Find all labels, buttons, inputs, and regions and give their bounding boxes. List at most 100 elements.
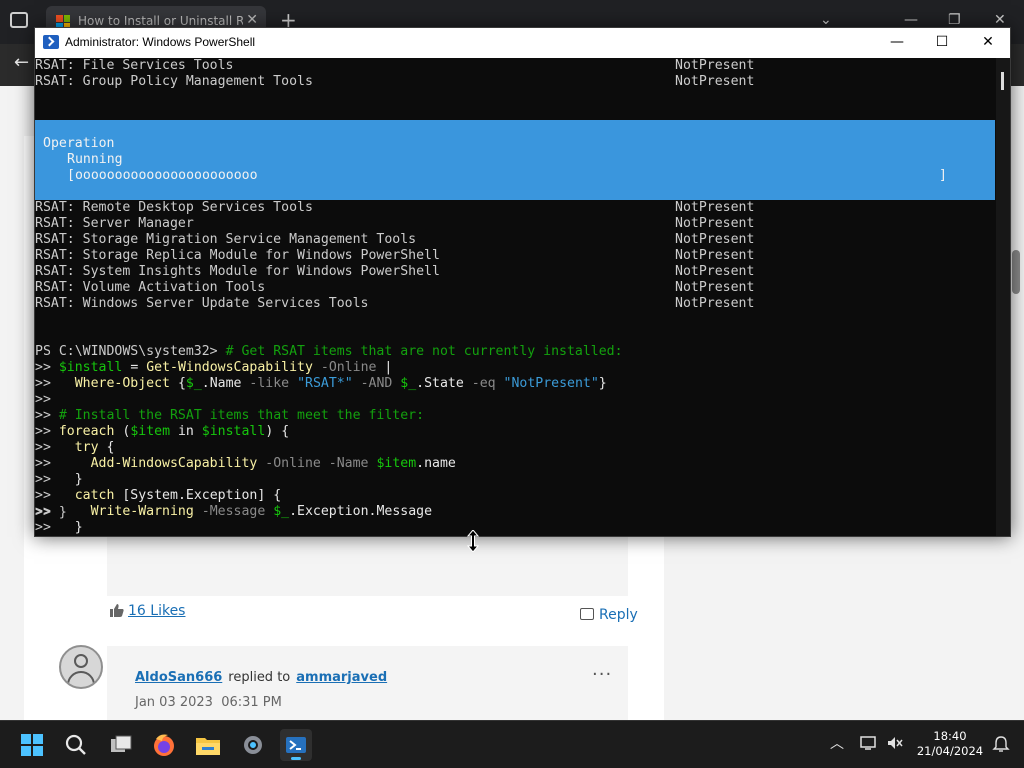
script-token: Add-WindowsCapability bbox=[90, 456, 258, 471]
maximize-button[interactable]: ☐ bbox=[928, 32, 956, 52]
script-token: } bbox=[74, 472, 83, 487]
progress-panel: Operation Running [ooooooooooooooooooooo… bbox=[35, 120, 995, 200]
continuation: >> bbox=[35, 408, 51, 423]
back-arrow-icon[interactable]: ← bbox=[14, 52, 29, 73]
tab-title: How to Install or Uninstall RSAT bbox=[78, 14, 243, 28]
output-name: RSAT: Group Policy Management Tools bbox=[35, 74, 313, 89]
script-last-line: >> } bbox=[35, 505, 67, 521]
output-name: RSAT: Remote Desktop Services Tools bbox=[35, 200, 313, 215]
firefox-icon[interactable] bbox=[148, 729, 180, 761]
author-link[interactable]: AldoSan666 bbox=[135, 670, 222, 685]
script-comment: # Install the RSAT items that meet the f… bbox=[58, 408, 425, 423]
script-token: foreach bbox=[58, 424, 115, 439]
page-scrollbar-thumb[interactable] bbox=[1012, 250, 1020, 294]
output-state: NotPresent bbox=[675, 58, 755, 73]
script-line: >> } bbox=[35, 520, 83, 536]
output-name: RSAT: Storage Migration Service Manageme… bbox=[35, 232, 417, 247]
script-token: $item bbox=[376, 456, 417, 471]
script-line: >> # Install the RSAT items that meet th… bbox=[35, 408, 424, 424]
browser-close-button[interactable]: ✕ bbox=[994, 12, 1006, 28]
resize-cursor-icon bbox=[467, 530, 479, 552]
code-block bbox=[107, 536, 628, 596]
thumbs-up-icon[interactable] bbox=[110, 603, 124, 617]
task-view-icon[interactable] bbox=[105, 729, 137, 761]
tab-close-icon[interactable]: ✕ bbox=[246, 12, 258, 28]
progress-heading: Operation bbox=[43, 136, 115, 151]
continuation: >> bbox=[35, 360, 51, 375]
script-line: >> } bbox=[35, 472, 83, 488]
script-token: [System.Exception] { bbox=[114, 488, 282, 503]
script-token: -Online bbox=[257, 456, 321, 471]
reply-button[interactable]: Reply bbox=[580, 607, 638, 623]
script-token: } bbox=[598, 376, 607, 391]
script-token: "NotPresent" bbox=[503, 376, 599, 391]
script-token: -eq bbox=[463, 376, 504, 391]
file-explorer-icon[interactable] bbox=[192, 729, 224, 761]
script-line: >> foreach ($item in $install) { bbox=[35, 424, 289, 440]
powershell-taskbar-icon[interactable] bbox=[280, 729, 312, 761]
script-token: $_ bbox=[185, 376, 202, 391]
post-date-day: Jan 03 2023 bbox=[135, 695, 213, 710]
script-token: Where-Object bbox=[74, 376, 170, 391]
notifications-bell-icon[interactable] bbox=[992, 735, 1010, 753]
progress-status: Running bbox=[67, 152, 123, 167]
continuation: >> bbox=[35, 520, 51, 535]
script-token: -Online bbox=[312, 360, 385, 375]
more-options-icon[interactable]: ··· bbox=[592, 664, 612, 685]
powershell-titlebar[interactable]: Administrator: Windows PowerShell — ☐ ✕ bbox=[35, 28, 1010, 58]
output-name: RSAT: Windows Server Update Services Too… bbox=[35, 296, 369, 311]
script-token: ( bbox=[114, 424, 131, 439]
tab-list-chevron-icon[interactable]: ⌄ bbox=[820, 12, 832, 28]
minimize-button[interactable]: — bbox=[883, 32, 911, 52]
script-token: catch bbox=[74, 488, 115, 503]
script-token: Get-WindowsCapability bbox=[146, 360, 313, 375]
replied-to-text: replied to bbox=[228, 670, 291, 685]
script-token: $_ bbox=[273, 504, 290, 519]
script-token: $_ bbox=[400, 376, 417, 391]
output-state: NotPresent bbox=[675, 248, 755, 263]
powershell-window[interactable]: Administrator: Windows PowerShell — ☐ ✕ … bbox=[34, 27, 1011, 537]
tray-chevron-icon[interactable]: ︿ bbox=[830, 733, 844, 753]
output-state: NotPresent bbox=[675, 232, 755, 247]
avatar[interactable] bbox=[59, 645, 103, 689]
close-button[interactable]: ✕ bbox=[974, 32, 1002, 52]
script-line: >> Where-Object {$_.Name -like "RSAT*" -… bbox=[35, 376, 607, 392]
prompt-line: PS C:\WINDOWS\system32> # Get RSAT items… bbox=[35, 344, 623, 360]
reply-label: Reply bbox=[599, 607, 638, 623]
taskbar: ︿ 18:40 21/04/2024 bbox=[0, 720, 1024, 768]
terminal-scrollbar-thumb[interactable] bbox=[1001, 72, 1004, 90]
browser-restore-button[interactable]: ❐ bbox=[948, 12, 961, 28]
script-line: >> Write-Warning -Message $_.Exception.M… bbox=[35, 504, 432, 520]
script-token: $install bbox=[58, 360, 123, 375]
script-token: in bbox=[170, 424, 202, 439]
continuation: >> bbox=[35, 456, 51, 471]
reply-author-line: AldoSan666 replied to ammarjaved bbox=[135, 670, 387, 685]
continuation: >> bbox=[35, 392, 51, 407]
network-icon[interactable] bbox=[860, 735, 878, 751]
script-token: = bbox=[122, 360, 147, 375]
settings-gear-icon[interactable] bbox=[237, 729, 269, 761]
output-name: RSAT: System Insights Module for Windows… bbox=[35, 264, 440, 279]
reply-icon bbox=[580, 608, 594, 620]
tab-actions-icon[interactable] bbox=[10, 12, 28, 28]
system-clock[interactable]: 18:40 21/04/2024 bbox=[915, 729, 985, 759]
start-windows-icon[interactable] bbox=[16, 729, 48, 761]
avatar-head bbox=[74, 654, 88, 668]
output-state: NotPresent bbox=[675, 200, 755, 215]
likes-link[interactable]: 16 Likes bbox=[128, 603, 185, 619]
terminal-scrollbar[interactable] bbox=[996, 58, 1010, 536]
post-date-time: 06:31 PM bbox=[221, 695, 282, 710]
script-line: >> Add-WindowsCapability -Online -Name $… bbox=[35, 456, 456, 472]
script-token: ) { bbox=[265, 424, 290, 439]
continuation: >> bbox=[35, 472, 51, 487]
search-icon[interactable] bbox=[60, 729, 92, 761]
terminal-output[interactable]: RSAT: File Services Tools NotPresent RSA… bbox=[35, 58, 995, 536]
output-name: RSAT: File Services Tools bbox=[35, 58, 234, 73]
continuation: >> bbox=[35, 424, 51, 439]
clock-date: 21/04/2024 bbox=[916, 744, 984, 758]
volume-muted-icon[interactable] bbox=[886, 735, 904, 751]
replied-to-link[interactable]: ammarjaved bbox=[296, 670, 387, 685]
browser-minimize-button[interactable]: — bbox=[904, 12, 918, 28]
script-line: >> catch [System.Exception] { bbox=[35, 488, 281, 504]
output-state: NotPresent bbox=[675, 264, 755, 279]
